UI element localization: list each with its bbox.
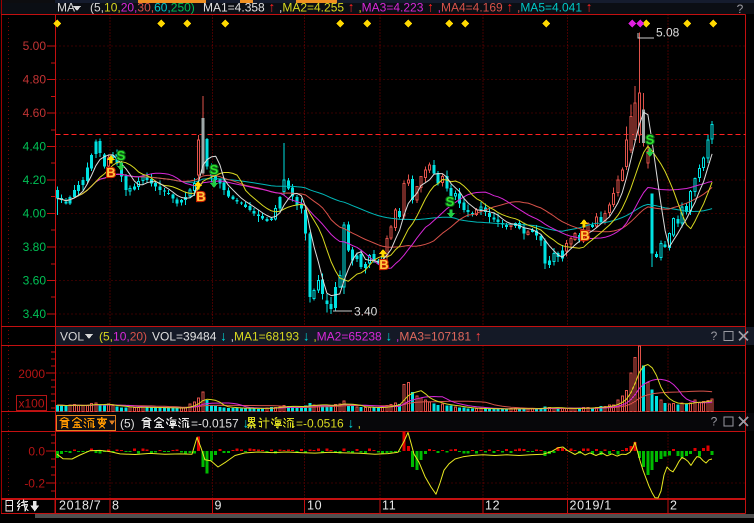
svg-text:5.08: 5.08 — [656, 26, 680, 40]
svg-text:?: ? — [737, 2, 744, 16]
svg-text:10: 10 — [307, 499, 322, 513]
svg-text:B: B — [580, 228, 589, 243]
svg-text:B: B — [379, 257, 388, 272]
svg-text:x100: x100 — [18, 397, 44, 411]
svg-text:MA: MA — [57, 1, 75, 15]
svg-text:(5): (5) — [120, 417, 135, 431]
svg-text:B: B — [106, 165, 115, 180]
svg-text:2018/7: 2018/7 — [59, 499, 101, 513]
svg-text:4.80: 4.80 — [23, 73, 47, 87]
svg-text:3.80: 3.80 — [23, 240, 47, 254]
svg-text:?: ? — [711, 415, 718, 429]
svg-text:12: 12 — [485, 499, 500, 513]
svg-text:=-0.0157 ↓,: =-0.0157 ↓, — [191, 416, 253, 431]
svg-text:VOL: VOL — [60, 330, 84, 344]
svg-text:VOL=39484 ↓ ,MA1=68193 ↓ ,MA2=: VOL=39484 ↓ ,MA1=68193 ↓ ,MA2=65238 ↓ ,M… — [152, 329, 482, 344]
svg-text:3.40: 3.40 — [354, 305, 378, 319]
svg-text:3.40: 3.40 — [23, 307, 47, 321]
svg-text:4.00: 4.00 — [23, 207, 47, 221]
svg-text:B: B — [196, 189, 205, 204]
svg-text:(5,10,20,30,60,250): (5,10,20,30,60,250) — [90, 1, 195, 15]
svg-text:=-0.0516 ↓ ,: =-0.0516 ↓ , — [296, 416, 361, 431]
svg-text:2: 2 — [670, 499, 678, 513]
svg-text:?: ? — [711, 329, 718, 343]
svg-text:S: S — [117, 148, 126, 163]
svg-text:2019/1: 2019/1 — [570, 499, 612, 513]
svg-text:4.60: 4.60 — [23, 106, 47, 120]
svg-text:4.20: 4.20 — [23, 173, 47, 187]
svg-text:8: 8 — [112, 499, 120, 513]
svg-text:MA1=4.358 ↑ ,MA2=4.255 ↑ ,MA3=: MA1=4.358 ↑ ,MA2=4.255 ↑ ,MA3=4.223 ↑ ,M… — [203, 0, 593, 15]
svg-text:5.00: 5.00 — [23, 39, 47, 53]
svg-text:S: S — [446, 194, 455, 209]
svg-text:9: 9 — [215, 499, 223, 513]
svg-text:S: S — [210, 162, 219, 177]
svg-text:-0.2: -0.2 — [24, 477, 45, 491]
svg-text:11: 11 — [382, 499, 396, 513]
svg-text:S: S — [646, 132, 655, 147]
svg-text:3.60: 3.60 — [23, 274, 47, 288]
svg-text:0.0: 0.0 — [28, 445, 45, 459]
svg-text:(5,10,20): (5,10,20) — [99, 330, 147, 344]
svg-text:2000: 2000 — [18, 367, 45, 381]
svg-text:4.40: 4.40 — [23, 140, 47, 154]
